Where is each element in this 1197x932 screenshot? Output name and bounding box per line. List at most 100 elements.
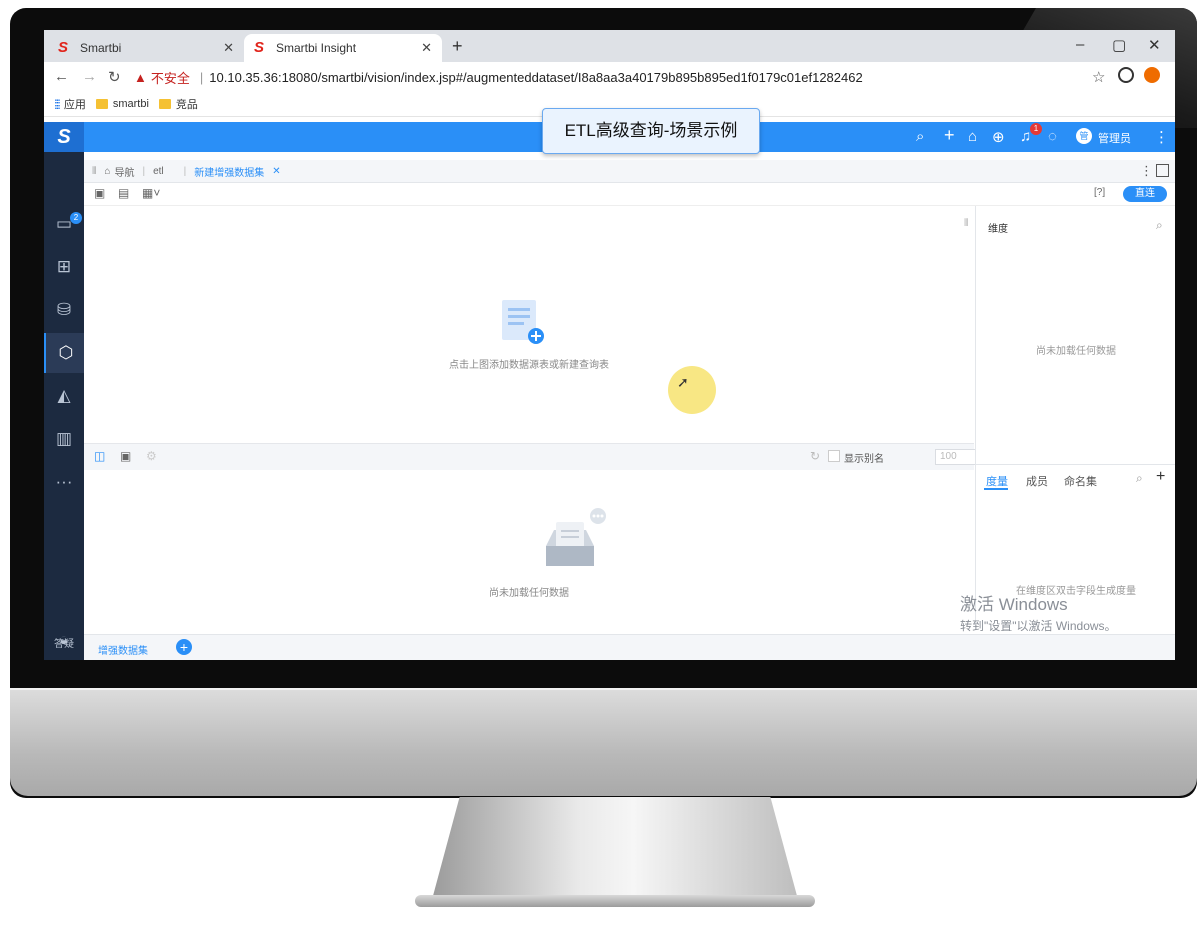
panel-divider xyxy=(976,464,1175,465)
user-name[interactable]: 管理员 xyxy=(1098,130,1131,146)
browser-tab-smartbi-insight[interactable]: S Smartbi Insight ✕ xyxy=(244,34,442,62)
more-vertical-icon[interactable]: ⋮ xyxy=(1140,163,1153,179)
show-alias-checkbox[interactable] xyxy=(828,450,840,462)
nav-database-icon[interactable]: ⛁ xyxy=(44,290,84,330)
video-caption: ETL高级查询-场景示例 xyxy=(542,108,760,154)
close-tab-icon[interactable]: ✕ xyxy=(223,40,234,56)
url-field[interactable]: ▲ 不安全 | 10.10.35.36:18080/smartbi/vision… xyxy=(134,66,1094,88)
tab-title: Smartbi Insight xyxy=(276,41,357,55)
help-button[interactable]: [?] xyxy=(1094,187,1105,198)
forward-arrow-icon[interactable]: → xyxy=(82,68,97,85)
notification-count-badge: 1 xyxy=(1030,123,1042,135)
browser-tab-strip: S Smartbi ✕ S Smartbi Insight ✕ + – ▢ ✕ xyxy=(44,30,1175,62)
message-icon[interactable]: ◌ xyxy=(1048,128,1057,145)
nav-screen-icon[interactable]: ▭ xyxy=(44,204,84,244)
reload-icon[interactable]: ↻ xyxy=(108,68,121,86)
tab-named-set[interactable]: 命名集 xyxy=(1064,473,1097,489)
preview-toolbar: ◫ ▣ ⚙ ↻ 显示别名 100 行 xyxy=(84,443,1010,471)
show-alias-label: 显示别名 xyxy=(844,454,884,465)
profile-icon[interactable] xyxy=(1118,67,1134,83)
browser-tab-smartbi[interactable]: S Smartbi ✕ xyxy=(48,34,244,62)
search-icon[interactable]: ⌕ xyxy=(1156,218,1163,233)
smartbi-favicon-icon: S xyxy=(58,39,69,56)
home-nav-icon[interactable]: ⌂ xyxy=(104,166,110,177)
nav-more-icon[interactable]: ··· xyxy=(44,462,84,502)
mouse-pointer-icon: ➚ xyxy=(677,374,689,390)
add-table-illustration-icon[interactable] xyxy=(500,298,546,346)
extension-icon[interactable] xyxy=(1144,67,1160,83)
tab-title: Smartbi xyxy=(80,41,122,55)
settings-dropdown-icon[interactable]: ▦˅ xyxy=(142,186,160,200)
dimension-empty-text: 尚未加载任何数据 xyxy=(1036,346,1116,357)
new-tab-button[interactable]: + xyxy=(452,36,463,57)
breadcrumb: ⦀ ⌂ 导航 | etl | 新建增强数据集 ✕ ⋮ xyxy=(84,160,1175,183)
home-icon[interactable]: ⌂ xyxy=(968,128,977,145)
close-window-button[interactable]: ✕ xyxy=(1148,36,1161,54)
nav-chart-icon[interactable]: ▥ xyxy=(44,419,84,459)
breadcrumb-separator: | xyxy=(142,165,146,177)
nav-dataset-icon[interactable]: ⬡ xyxy=(44,333,86,373)
dataset-count-badge: 2 xyxy=(70,212,82,224)
screen: S Smartbi ✕ S Smartbi Insight ✕ + – ▢ ✕ … xyxy=(44,30,1175,660)
warning-triangle-icon: ▲ xyxy=(134,69,147,85)
left-nav: ▭ ⊞ ⛁ ⬡ ◭ ▥ ··· ◒ xyxy=(44,152,86,660)
search-icon[interactable]: ⌕ xyxy=(1136,471,1143,486)
windows-activation-watermark: 激活 Windows 转到"设置"以激活 Windows。 xyxy=(960,590,1117,634)
close-tab-icon[interactable]: ✕ xyxy=(421,40,432,56)
nav-analysis-icon[interactable]: ◭ xyxy=(44,376,84,416)
cursor-highlight xyxy=(668,366,716,414)
menu-toggle-icon[interactable]: ⦀ xyxy=(92,166,96,177)
tab-measure[interactable]: 度量 xyxy=(986,473,1008,489)
bookmark-apps[interactable]: ⁞⁞⁞ 应用 xyxy=(54,96,86,112)
preview-empty-text: 尚未加载任何数据 xyxy=(489,588,569,599)
bookmark-star-icon[interactable]: ☆ xyxy=(1092,68,1105,86)
monitor-stand xyxy=(430,797,800,907)
nav-apps-icon[interactable]: ⊞ xyxy=(44,247,84,287)
monitor-stand-base xyxy=(415,895,815,907)
active-tab-indicator xyxy=(984,488,1008,490)
url-text: 10.10.35.36:18080/smartbi/vision/index.j… xyxy=(209,69,863,85)
smartbi-logo[interactable]: S xyxy=(44,122,84,152)
gear-icon[interactable]: ⚙ xyxy=(146,449,157,463)
restore-button[interactable]: ▢ xyxy=(1112,36,1126,54)
close-tab-icon[interactable]: ✕ xyxy=(272,166,280,177)
panel-toggle-icon[interactable]: ⦀ xyxy=(964,218,968,229)
watermark-line1: 激活 Windows xyxy=(960,595,1068,614)
url-separator: | xyxy=(199,69,204,85)
add-sheet-icon[interactable]: + xyxy=(176,639,192,655)
sheet-tab-bar: 增强数据集 + xyxy=(84,634,1175,660)
not-secure-label: 不安全 xyxy=(150,70,190,86)
monitor-chin xyxy=(10,690,1197,796)
field-panel: 维度 ⌕ 尚未加载任何数据 度量 成员 命名集 ⌕ + 在维度区双击字段生成度量 xyxy=(975,206,1175,630)
refresh-icon[interactable]: ↻ xyxy=(810,449,820,463)
help-label[interactable]: 答疑 xyxy=(44,635,84,650)
breadcrumb-etl[interactable]: etl xyxy=(153,166,164,177)
dimension-title: 维度 xyxy=(988,224,1008,235)
sheet-tab-augmented-dataset[interactable]: 增强数据集 xyxy=(98,642,148,657)
more-vertical-icon[interactable]: ⋮ xyxy=(1154,128,1169,146)
tab-member[interactable]: 成员 xyxy=(1026,473,1048,489)
bookmark-smartbi[interactable]: smartbi xyxy=(95,98,149,110)
empty-inbox-illustration-icon xyxy=(546,508,606,566)
breadcrumb-nav[interactable]: 导航 xyxy=(114,164,134,179)
bookmark-competitors[interactable]: 竞品 xyxy=(158,96,198,112)
add-icon[interactable]: + xyxy=(1156,468,1165,486)
back-arrow-icon[interactable]: ← xyxy=(54,68,69,85)
avatar[interactable]: 管 xyxy=(1076,128,1092,144)
query-canvas[interactable]: 点击上图添加数据源表或新建查询表 ⦀ xyxy=(84,206,974,442)
tab-new-augmented-dataset[interactable]: 新建增强数据集 xyxy=(194,164,264,179)
maximize-icon[interactable] xyxy=(1156,164,1169,177)
smartbi-favicon-icon: S xyxy=(254,39,265,56)
preview-data-icon[interactable]: ◫ xyxy=(94,449,105,463)
search-icon[interactable]: ⌕ xyxy=(916,128,924,145)
minimize-button[interactable]: – xyxy=(1076,36,1084,53)
folder-icon xyxy=(158,99,171,109)
canvas-hint-text: 点击上图添加数据源表或新建查询表 xyxy=(449,360,609,371)
save-as-icon[interactable]: ▤ xyxy=(118,186,129,200)
add-icon[interactable]: + xyxy=(944,125,955,146)
folder-icon xyxy=(95,99,108,109)
save-icon[interactable]: ▣ xyxy=(94,186,105,200)
lock-icon[interactable]: ⊕ xyxy=(992,128,1005,146)
direct-connect-toggle[interactable]: 直连 xyxy=(1123,186,1167,202)
export-icon[interactable]: ▣ xyxy=(120,449,131,463)
